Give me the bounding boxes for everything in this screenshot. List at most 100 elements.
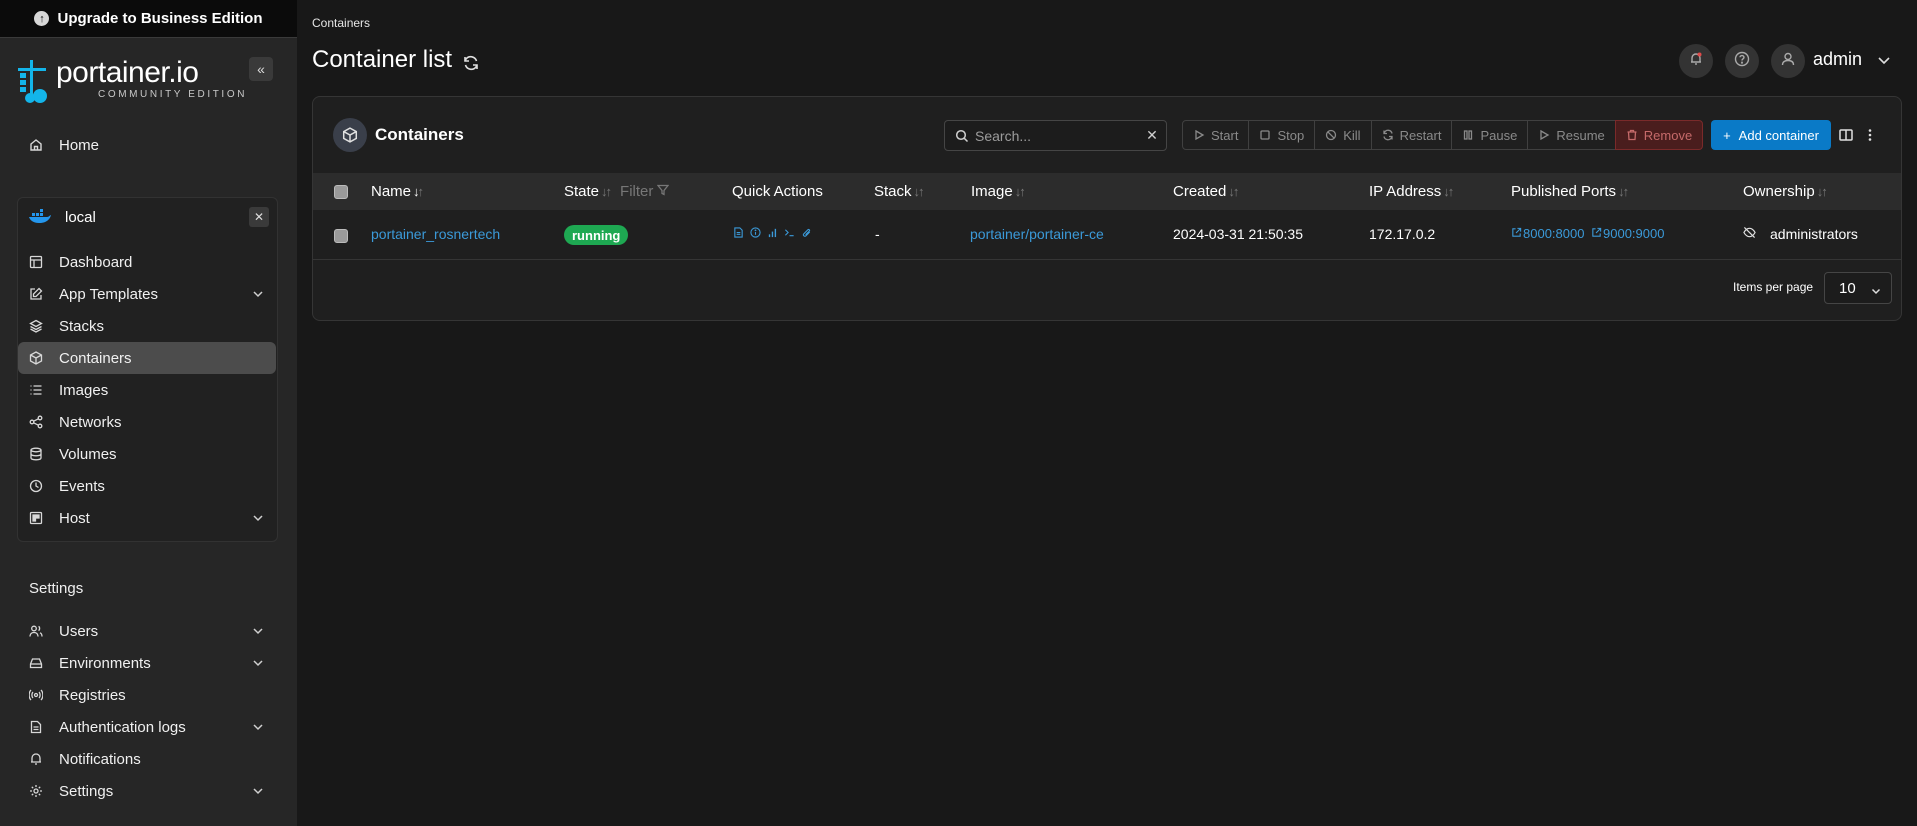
page-title-text: Container list [312,46,453,73]
help-button[interactable] [1725,44,1759,78]
stack-value: - [875,226,880,242]
add-container-label: Add container [1738,127,1819,143]
user-name[interactable]: admin [1813,49,1862,70]
kill-button[interactable]: Kill [1314,120,1372,150]
state-filter[interactable]: Filter [620,183,670,200]
column-name[interactable]: Name ↓↑ [371,183,424,200]
select-all-checkbox[interactable] [334,185,348,199]
edit-icon [29,287,43,301]
column-ip-address[interactable]: IP Address ↓↑ [1369,183,1454,200]
environment-close-button[interactable]: ✕ [249,207,269,227]
sidebar-item-label: Dashboard [59,253,133,271]
sort-icon: ↓↑ [1618,184,1629,199]
radio-icon [29,688,43,702]
breadcrumb[interactable]: Containers [312,16,370,30]
sidebar-item-label: Host [59,509,90,527]
restart-button[interactable]: Restart [1370,120,1453,150]
sidebar-item-label: Registries [59,686,126,704]
environment-header: local [28,207,273,227]
sidebar-item-label: Networks [59,413,122,431]
column-image[interactable]: Image ↓↑ [971,183,1026,200]
sidebar-item-app-templates[interactable]: App Templates [18,278,276,310]
refresh-icon [1382,129,1394,141]
column-ownership[interactable]: Ownership ↓↑ [1743,183,1828,200]
published-port-link[interactable]: 8000:8000 [1511,226,1584,241]
bell-icon [29,752,43,766]
help-circle-icon [1734,51,1750,71]
start-label: Start [1211,127,1239,143]
items-per-page-select[interactable]: 10 [1824,272,1892,304]
play-icon [1193,129,1205,141]
docker-icon [28,209,52,225]
search-input[interactable]: Search... ✕ [944,120,1167,151]
more-vertical-icon[interactable] [1862,127,1878,143]
column-label: State [564,183,600,200]
column-state[interactable]: State ↓↑ Filter [564,183,670,200]
refresh-icon[interactable] [462,51,480,71]
info-icon[interactable] [749,226,762,239]
logs-icon[interactable] [732,226,745,239]
sidebar-item-label: Images [59,381,109,399]
clock-icon [29,479,43,493]
sidebar-item-dashboard[interactable]: Dashboard [18,246,276,278]
column-label: IP Address [1369,183,1442,200]
column-stack[interactable]: Stack ↓↑ [874,183,925,200]
upgrade-banner[interactable]: ↑ Upgrade to Business Edition [0,0,297,38]
pause-label: Pause [1480,127,1518,143]
stop-button[interactable]: Stop [1248,120,1316,150]
sidebar-item-environments[interactable]: Environments [18,647,276,679]
sidebar-item-volumes[interactable]: Volumes [18,438,276,470]
sidebar-item-authentication-logs[interactable]: Authentication logs [18,711,276,743]
column-quick-actions: Quick Actions [732,183,823,200]
sidebar-item-networks[interactable]: Networks [18,406,276,438]
container-actions: Start Stop Kill Restart Pause Resume Rem… [1182,120,1704,150]
column-label: Quick Actions [732,183,823,200]
chevron-down-icon[interactable] [1877,53,1891,67]
sidebar-item-label: Containers [59,349,132,367]
container-name-link[interactable]: portainer_rosnertech [371,226,500,242]
row-checkbox[interactable] [334,229,348,243]
box-icon [333,118,367,152]
pause-button[interactable]: Pause [1451,120,1529,150]
notifications-button[interactable] [1679,44,1713,78]
resume-button[interactable]: Resume [1527,120,1616,150]
column-created[interactable]: Created ↓↑ [1173,183,1239,200]
columns-icon[interactable] [1838,127,1854,143]
sidebar-item-host[interactable]: Host [18,502,276,534]
sidebar-item-users[interactable]: Users [18,615,276,647]
avatar[interactable] [1771,44,1805,78]
items-per-page-value: 10 [1839,279,1856,297]
row-divider [313,259,1901,260]
trash-icon [1626,129,1638,141]
pause-icon [1462,129,1474,141]
port-label: 8000:8000 [1523,226,1585,241]
image-link[interactable]: portainer/portainer-ce [970,226,1104,242]
sidebar-item-notifications[interactable]: Notifications [18,743,276,775]
search-icon [955,129,969,143]
published-port-link[interactable]: 9000:9000 [1591,226,1664,241]
stats-icon[interactable] [766,226,779,239]
clear-search-icon[interactable]: ✕ [1138,127,1166,144]
sidebar-item-images[interactable]: Images [18,374,276,406]
sidebar-item-stacks[interactable]: Stacks [18,310,276,342]
remove-button[interactable]: Remove [1614,120,1704,150]
column-label: Name [371,183,412,200]
sidebar-item-events[interactable]: Events [18,470,276,502]
chevron-down-icon [252,784,264,796]
start-button[interactable]: Start [1182,120,1250,150]
environment-name: local [65,208,96,226]
sidebar-item-label: Home [59,136,100,154]
add-container-button[interactable]: + Add container [1711,120,1831,150]
sidebar-item-settings[interactable]: Settings [18,775,276,807]
sidebar-item-registries[interactable]: Registries [18,679,276,711]
column-published-ports[interactable]: Published Ports ↓↑ [1511,183,1629,200]
sidebar-item-home[interactable]: Home [18,129,276,161]
sidebar-item-containers[interactable]: Containers [18,342,276,374]
console-icon[interactable] [783,226,796,239]
sidebar-item-label: Notifications [59,750,141,768]
external-link-icon [1511,226,1522,241]
collapse-sidebar-button[interactable]: « [249,57,273,81]
sidebar-item-label: Users [59,622,99,640]
attach-icon[interactable] [800,226,813,239]
chevron-down-icon [252,511,264,523]
